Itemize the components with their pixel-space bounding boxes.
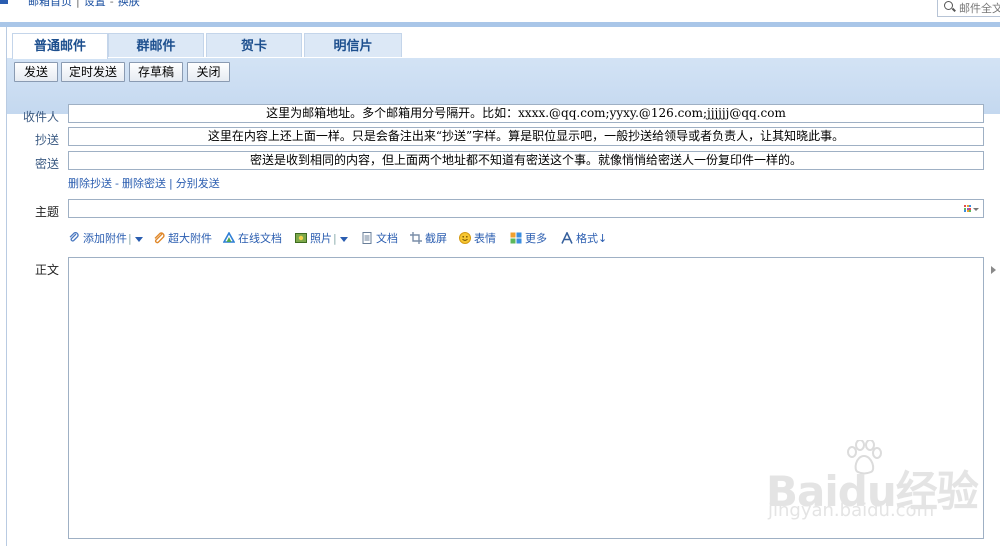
cc-field[interactable]: 这里在内容上还上面一样。只是会备注出来“抄送”字样。算是职位显示吧，一般抄送给领… — [68, 127, 984, 146]
baidu-watermark: Baidu经验 jingyan.baidu.com — [766, 440, 979, 530]
save-draft-button[interactable]: 存草稿 — [129, 62, 183, 82]
large-paperclip-icon — [154, 232, 165, 244]
tool-separator: | — [333, 232, 337, 245]
more-button[interactable]: 更多 — [510, 231, 547, 247]
chevron-down-icon[interactable] — [134, 236, 143, 242]
to-field[interactable]: 这里为邮箱地址。多个邮箱用分号隔开。比如：xxxx.@qq.com;yyxy.@… — [68, 104, 984, 123]
online-doc-button[interactable]: 在线文档 — [223, 231, 282, 247]
screenshot-icon — [410, 232, 422, 244]
bcc-field-value: 密送是收到相同的内容，但上面两个地址都不知道有密送这个事。就像悄悄给密送人一份复… — [249, 153, 802, 167]
mail-logo-icon — [0, 0, 8, 4]
separate-send-link[interactable]: 分别发送 — [176, 177, 220, 190]
nav-separator: - — [109, 0, 114, 8]
emoji-label: 表情 — [474, 232, 496, 245]
bcc-label: 密送 — [34, 157, 59, 171]
search-icon — [944, 1, 953, 10]
chevron-down-icon[interactable] — [339, 236, 348, 242]
format-button[interactable]: 格式↓ — [561, 231, 607, 247]
search-placeholder: 邮件全文 — [959, 2, 1000, 15]
tab-greeting-card[interactable]: 贺卡 — [206, 33, 302, 57]
to-label: 收件人 — [22, 110, 59, 124]
tab-group-mail[interactable]: 群邮件 — [108, 33, 204, 57]
nav-separator: | — [76, 0, 80, 8]
remove-bcc-link[interactable]: 删除密送 — [122, 177, 166, 190]
subject-label-color-icon[interactable] — [964, 205, 971, 212]
cc-label: 抄送 — [34, 133, 59, 147]
expand-sidebar-icon[interactable] — [991, 266, 996, 274]
document-button[interactable]: 文档 — [361, 231, 398, 247]
photo-label: 照片 — [310, 232, 332, 245]
format-arrow-icon: ↓ — [598, 232, 608, 245]
top-bar: 邮箱首页 | 设置 - 换肤 邮件全文 — [0, 0, 1000, 22]
subject-input[interactable] — [68, 199, 984, 218]
online-doc-label: 在线文档 — [238, 232, 282, 245]
screenshot-button[interactable]: 截屏 — [410, 231, 447, 247]
add-attachment-label: 添加附件 — [83, 232, 127, 245]
cc-ops-separator: - — [115, 177, 119, 190]
subject-label: 主题 — [34, 205, 59, 219]
to-field-value: 这里为邮箱地址。多个邮箱用分号隔开。比如：xxxx.@qq.com;yyxy.@… — [266, 106, 786, 120]
cloud-doc-icon — [223, 232, 235, 243]
more-label: 更多 — [525, 232, 547, 245]
nav-link-mail-home[interactable]: 邮箱首页 — [28, 0, 72, 8]
photo-icon — [295, 233, 307, 243]
remove-cc-link[interactable]: 删除抄送 — [68, 177, 112, 190]
tab-postcard[interactable]: 明信片 — [304, 33, 402, 57]
smiley-icon — [459, 232, 471, 244]
cc-operations: 删除抄送 - 删除密送 | 分别发送 — [68, 175, 220, 191]
bcc-field[interactable]: 密送是收到相同的内容，但上面两个地址都不知道有密送这个事。就像悄悄给密送人一份复… — [68, 151, 984, 170]
mail-search-input[interactable]: 邮件全文 — [937, 0, 1000, 17]
tab-normal-mail[interactable]: 普通邮件 — [12, 33, 108, 59]
add-attachment-button[interactable]: 添加附件| — [68, 231, 143, 247]
nav-link-skin[interactable]: 换肤 — [118, 0, 140, 8]
photo-button[interactable]: 照片| — [295, 231, 348, 247]
cc-field-value: 这里在内容上还上面一样。只是会备注出来“抄送”字样。算是职位显示吧，一般抄送给领… — [207, 129, 845, 143]
close-button[interactable]: 关闭 — [187, 62, 230, 82]
body-label: 正文 — [34, 263, 59, 277]
cc-ops-separator: | — [168, 177, 173, 190]
document-label: 文档 — [376, 232, 398, 245]
document-icon — [362, 232, 372, 244]
large-attachment-button[interactable]: 超大附件 — [153, 231, 212, 247]
watermark-url: jingyan.baidu.com — [768, 500, 935, 521]
large-attachment-label: 超大附件 — [168, 232, 212, 245]
top-nav-links: 邮箱首页 | 设置 - 换肤 — [28, 0, 140, 9]
send-button[interactable]: 发送 — [14, 62, 58, 82]
scheduled-send-button[interactable]: 定时发送 — [61, 62, 125, 82]
emoji-button[interactable]: 表情 — [459, 231, 496, 247]
chevron-down-icon[interactable] — [973, 208, 979, 211]
more-grid-icon — [510, 232, 522, 244]
format-label: 格式 — [576, 232, 598, 245]
paperclip-icon — [69, 232, 79, 242]
tool-separator: | — [128, 232, 132, 245]
nav-link-settings[interactable]: 设置 — [84, 0, 106, 8]
format-text-icon — [561, 232, 573, 244]
screenshot-label: 截屏 — [425, 232, 447, 245]
